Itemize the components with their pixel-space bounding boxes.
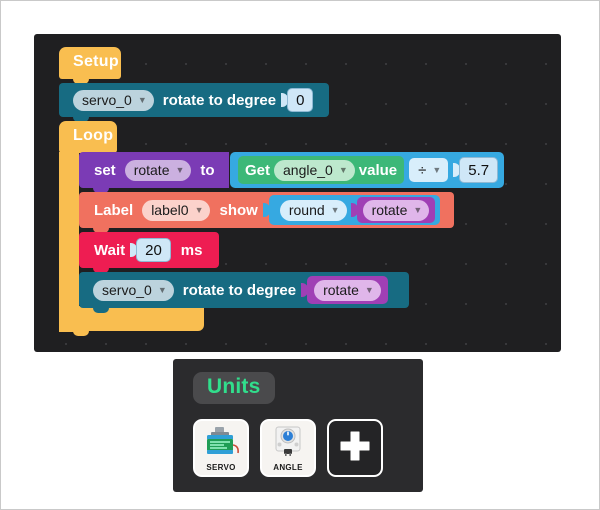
unit-card-caption-servo: SERVO [206,463,236,472]
add-unit-button[interactable] [327,419,383,477]
blockly-workspace-canvas[interactable]: Setup servo_0 ▼ rotate to degree 0 Loop … [34,34,561,352]
label-target-value: label0 [151,202,189,218]
loop-body-spine [59,152,79,332]
block-loop-hat[interactable]: Loop [59,121,117,153]
block-set-variable[interactable]: set rotate ▼ to [79,152,229,193]
wait-unit-label: ms [180,241,203,259]
sensor-dropdown[interactable]: angle_0 ▼ [274,159,355,181]
block-loop-label: Loop [73,127,114,144]
block-setup-label: Setup [73,53,119,70]
round-function-value: round [288,202,325,218]
chevron-down-icon: ▼ [137,94,147,105]
set-keyword-label: set [94,161,116,179]
unit-card-servo[interactable]: SERVO [193,419,249,477]
math-operand-input[interactable]: 5.7 [459,157,499,183]
label-target-dropdown[interactable]: label0 ▼ [142,199,211,221]
servo-device-dropdown-setup[interactable]: servo_0 ▼ [73,89,154,111]
variable-rotate-dropdown-servo[interactable]: rotate ▼ [314,279,381,301]
block-math-division[interactable]: Get angle_0 ▼ value ÷ ▼ 5.7 [230,152,505,188]
math-operator-dropdown[interactable]: ÷ ▼ [409,158,449,182]
app-root: Setup servo_0 ▼ rotate to degree 0 Loop … [0,0,600,510]
servo-action-label-setup: rotate to degree [162,91,277,109]
unit-card-caption-angle: ANGLE [273,463,303,472]
variable-rotate-value-servo: rotate [323,282,359,298]
block-wait[interactable]: Wait 20 ms [79,232,219,273]
chevron-down-icon: ▼ [432,164,442,175]
units-panel-title: Units [193,372,275,404]
wait-duration-input[interactable]: 20 [136,238,171,262]
chevron-down-icon: ▼ [338,164,348,175]
block-servo-rotate-setup[interactable]: servo_0 ▼ rotate to degree 0 [59,83,329,122]
variable-rotate-value: rotate [371,202,408,218]
math-operator-value: ÷ [418,161,427,179]
angle-sensor-icon [262,421,314,463]
chevron-down-icon: ▼ [194,204,204,215]
variable-rotate-dropdown[interactable]: rotate ▼ [362,199,430,221]
servo-degree-input-setup[interactable]: 0 [287,88,314,112]
chevron-down-icon: ▼ [175,164,185,175]
block-servo-rotate-loop[interactable]: servo_0 ▼ rotate to degree rotate ▼ [79,272,409,313]
unit-card-angle[interactable]: ANGLE [260,419,316,477]
label-show-word: show [219,201,258,219]
units-panel: Units SERVO ANGLE [173,359,423,492]
block-label-show[interactable]: Label label0 ▼ show round ▼ rotate ▼ [79,192,454,233]
servo-device-dropdown-loop[interactable]: servo_0 ▼ [93,279,174,301]
chevron-down-icon: ▼ [364,284,374,295]
plus-icon [338,429,372,468]
sensor-value: angle_0 [283,162,333,178]
get-keyword-label: Get [245,161,271,179]
loop-body-bottom [59,306,204,331]
set-to-label: to [200,161,215,179]
chevron-down-icon: ▼ [330,204,340,215]
servo-motor-icon [195,421,247,463]
block-get-sensor-value[interactable]: Get angle_0 ▼ value [238,156,405,184]
block-variable-rotate-label[interactable]: rotate ▼ [356,197,436,223]
wait-keyword: Wait [94,241,126,259]
units-card-list: SERVO ANGLE [193,419,383,477]
set-variable-dropdown[interactable]: rotate ▼ [124,159,192,181]
servo-device-value-loop: servo_0 [102,282,152,298]
round-function-dropdown[interactable]: round ▼ [279,199,347,221]
label-keyword: Label [94,201,134,219]
chevron-down-icon: ▼ [157,284,167,295]
servo-action-label-loop: rotate to degree [182,281,297,299]
get-value-label: value [358,161,398,179]
block-setup-hat[interactable]: Setup [59,47,121,79]
loop-bottom-notch [73,330,89,336]
block-variable-rotate-servo[interactable]: rotate ▼ [307,276,388,304]
servo-device-value-setup: servo_0 [82,92,132,108]
set-variable-value: rotate [133,162,170,178]
block-round-function[interactable]: round ▼ rotate ▼ [268,195,441,225]
chevron-down-icon: ▼ [413,204,423,215]
